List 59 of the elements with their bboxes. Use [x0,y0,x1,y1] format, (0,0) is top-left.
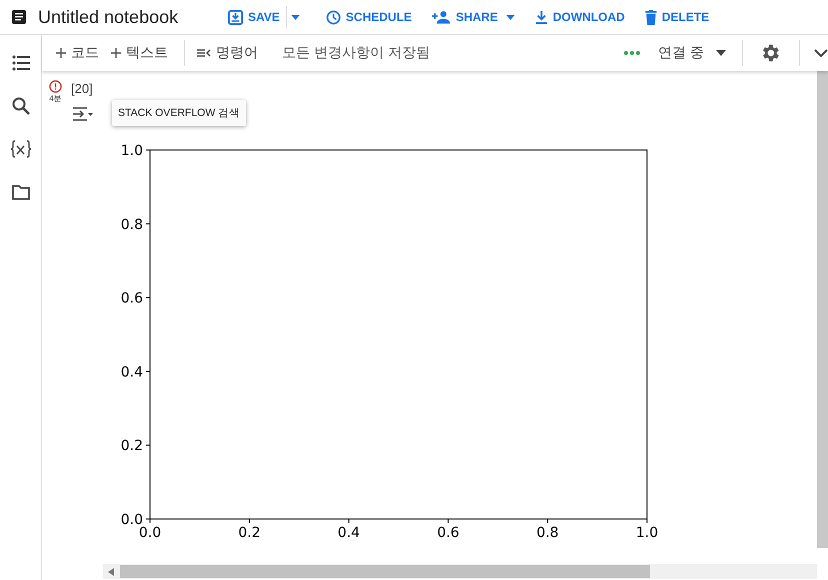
tooltip: STACK OVERFLOW 검색 [112,100,246,126]
y-tick-label: 0.2 [120,438,143,454]
vertical-scrollbar[interactable] [817,71,828,548]
x-tick-label: 0.6 [437,525,460,541]
list-icon[interactable] [10,53,30,73]
y-tick-label: 0.6 [120,290,143,307]
search-icon[interactable] [10,96,30,116]
error-icon [49,80,62,93]
share-button[interactable]: SHARE [432,3,515,31]
x-tick [547,518,548,524]
x-tick-label: 0.0 [138,525,162,541]
y-tick-label: 0.8 [120,216,143,233]
notebook-title[interactable]: Untitled notebook [38,6,208,28]
x-tick [448,518,449,524]
folder-icon[interactable] [10,182,30,202]
execution-count: [20] [71,81,94,96]
add-code-button[interactable]: 코드 [56,39,99,67]
y-tick [146,444,150,446]
notebook-icon [11,9,27,25]
download-icon [534,10,548,24]
y-tick [146,297,150,298]
y-tick [146,223,150,224]
x-tick [348,518,350,524]
clock-icon [326,10,341,24]
execution-time: 4분 [49,93,62,104]
horizontal-scrollbar[interactable] [103,564,817,579]
trash-icon [644,10,657,24]
output-actions-icon[interactable] [73,107,93,121]
add-text-button[interactable]: 텍스트 [111,39,168,67]
y-tick-label: 0.0 [120,512,143,528]
y-tick [146,518,150,520]
chevron-down-icon[interactable] [814,49,828,57]
add-person-icon [432,10,451,24]
scroll-left-icon[interactable] [108,568,114,576]
plus-icon [56,48,66,58]
x-tick-label: 1.0 [636,525,658,541]
y-tick-label: 0.4 [120,364,143,380]
save-button[interactable]: SAVE [228,3,280,31]
y-tick [146,370,150,372]
caret-icon[interactable] [290,14,300,20]
status-dots-icon [624,51,640,55]
x-tick-label: 0.2 [238,525,261,541]
variables-icon[interactable] [8,139,32,159]
y-tick-label: 1.0 [120,143,143,159]
x-tick [248,518,250,524]
save-icon [228,10,243,24]
download-button[interactable]: DOWNLOAD [534,3,625,31]
commands-button[interactable]: 명령어 [197,39,258,67]
commands-icon [197,48,211,58]
caret-icon[interactable] [506,14,515,20]
caret-icon [716,50,726,56]
schedule-button[interactable]: SCHEDULE [326,3,412,31]
plus-icon [111,48,121,58]
x-tick [646,518,648,524]
x-tick-label: 0.4 [338,525,360,541]
delete-button[interactable]: DELETE [644,3,710,31]
connection-button[interactable]: 연결 중 [624,39,726,67]
x-tick-label: 0.8 [536,525,559,541]
save-status: 모든 변경사항이 저장됨 [282,44,430,62]
